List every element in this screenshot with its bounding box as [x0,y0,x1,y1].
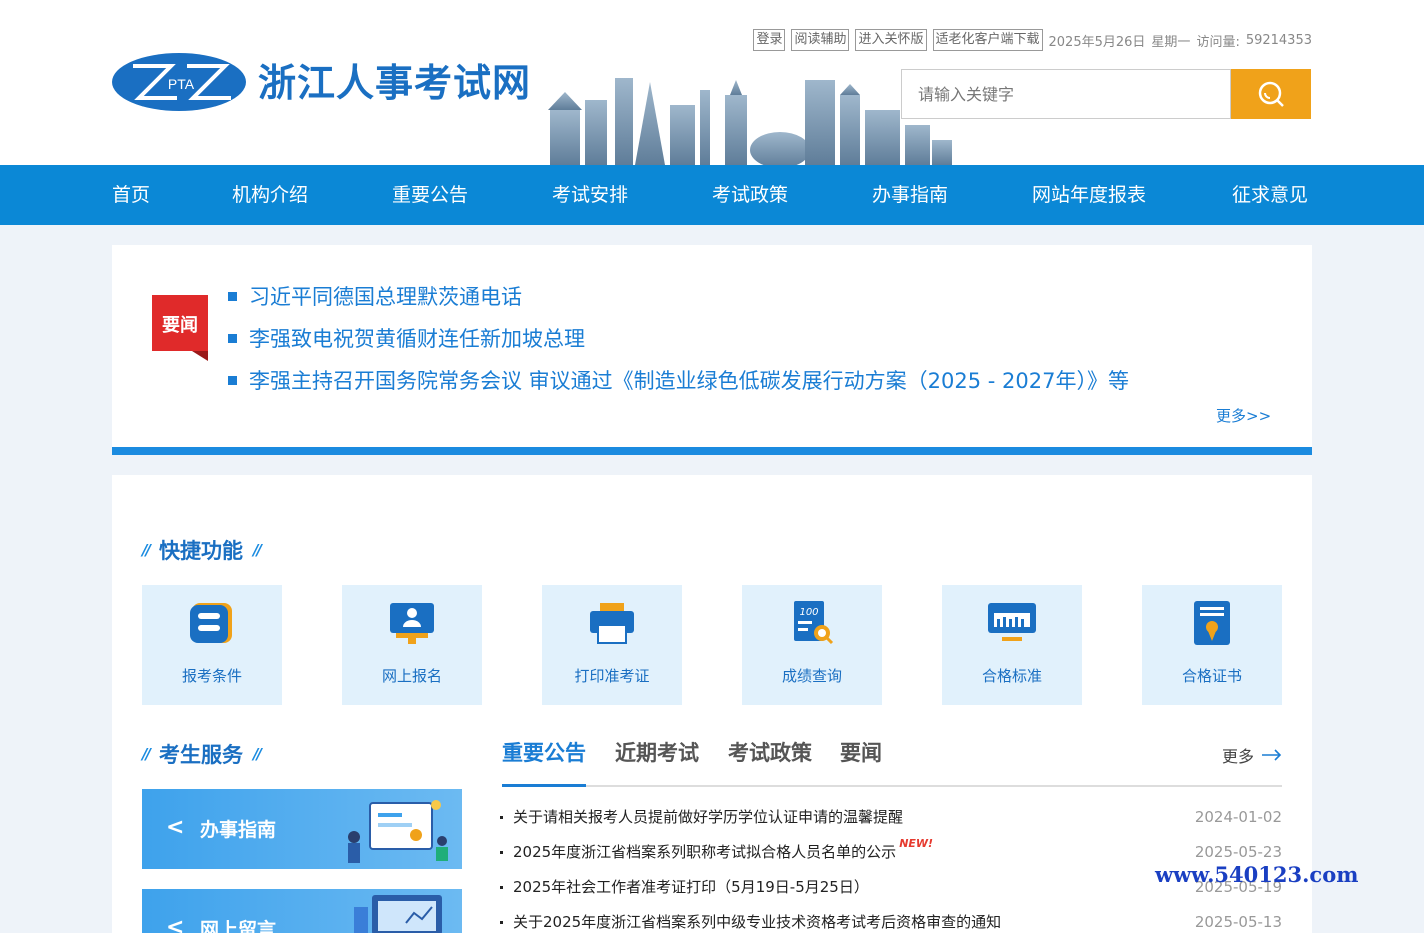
quick-card-label: 打印准考证 [574,667,650,685]
announcement-date: 2025-05-13 [1194,913,1282,931]
chevron-left-icon: < [166,915,185,933]
service-card-label: 网上留言 [200,919,277,933]
logo-text: PTA [168,76,195,92]
announcement-title: 关于2025年度浙江省档案系列中级专业技术资格考试考后资格审查的通知 [513,913,1002,931]
quick-card-label: 成绩查询 [781,667,842,685]
city-skyline-image [548,78,952,165]
site-title: 浙江人事考试网 [258,61,532,105]
search-icon [1258,81,1284,107]
bullet-dot [500,921,503,924]
guide-illustration [348,800,448,863]
service-card-guide[interactable]: < 办事指南 [142,789,462,869]
current-date: 2025年5月26日 [1048,34,1146,50]
nav-announcements[interactable]: 重要公告 [392,165,468,225]
elderly-client-download-link[interactable]: 适老化客户端下载 [932,29,1043,51]
nav-feedback[interactable]: 征求意见 [1232,165,1308,225]
quick-card-score-query[interactable]: 100 成绩查询 [742,585,882,705]
score-query-icon: 100 [794,601,834,645]
quick-card-conditions[interactable]: 报考条件 [142,585,282,705]
nav-annual-report[interactable]: 网站年度报表 [1032,165,1146,225]
tabs-more-link[interactable]: 更多 [1222,743,1282,767]
main-nav: 首页 机构介绍 重要公告 考试安排 考试政策 办事指南 网站年度报表 征求意见 [0,165,1424,225]
quick-card-print-admission[interactable]: 打印准考证 [542,585,682,705]
top-links-bar: 登录 阅读辅助 进入关怀版 适老化客户端下载 2025年5月26日 星期一 访问… [753,28,1312,52]
headline-item[interactable]: 李强致电祝贺黄循财连任新加坡总理 [228,317,1129,359]
news-badge: 要闻 [152,295,208,361]
arrow-right-icon [1262,749,1282,761]
headline-title: 李强致电祝贺黄循财连任新加坡总理 [249,327,585,351]
headline-news-panel: 要闻 习近平同德国总理默茨通电话 李强致电祝贺黄循财连任新加坡总理 李强主持召开… [112,245,1312,455]
nav-home[interactable]: 首页 [112,165,150,225]
bullet-dot [500,851,503,854]
tab-recent-exams[interactable]: 近期考试 [615,737,699,787]
printer-icon [590,603,634,644]
search-input[interactable] [901,69,1231,119]
headline-list: 习近平同德国总理默茨通电话 李强致电祝贺黄循财连任新加坡总理 李强主持召开国务院… [228,275,1129,401]
conditions-icon [190,603,232,643]
main-content-panel: // 快捷功能 // 报考条件 网上报名 打印准考证 100 成绩查询 合格标准… [112,475,1312,933]
bullet-dot [500,816,503,819]
slash-decoration: // [142,541,151,559]
tab-exam-policy[interactable]: 考试政策 [728,737,812,787]
standard-icon [988,603,1036,641]
service-card-label: 办事指南 [200,819,277,841]
content-tabs: 重要公告 近期考试 考试政策 要闻 更多 [502,737,1282,787]
tab-news[interactable]: 要闻 [840,737,882,787]
current-weekday: 星期一 [1151,34,1191,50]
quick-card-label: 报考条件 [181,667,242,685]
quick-card-label: 网上报名 [381,667,442,685]
announcement-title: 2025年社会工作者准考证打印（5月19日-5月25日） [513,878,869,896]
site-watermark: www.540123.com [1155,862,1359,887]
service-card-message[interactable]: < 网上留言 [142,889,462,933]
message-illustration [354,895,442,933]
bullet-square [228,291,237,301]
headline-item[interactable]: 李强主持召开国务院常务会议 审议通过《制造业绿色低碳发展行动方案（2025 - … [228,359,1129,401]
quick-card-pass-standard[interactable]: 合格标准 [942,585,1082,705]
quick-card-label: 合格证书 [1181,667,1242,685]
care-mode-link[interactable]: 进入关怀版 [855,29,927,51]
slash-decoration: // [252,745,262,763]
search-button[interactable] [1231,69,1311,119]
quick-functions-title: // 快捷功能 // [142,539,262,563]
online-register-icon [390,603,434,644]
tabs-more-label: 更多 [1221,747,1254,766]
announcement-date: 2024-01-02 [1194,808,1282,826]
nav-exam-policy[interactable]: 考试政策 [712,165,788,225]
pta-logo[interactable]: PTA [111,52,247,112]
nav-exam-schedule[interactable]: 考试安排 [552,165,628,225]
slash-decoration: // [252,541,262,559]
candidate-service-title: // 考生服务 // [142,743,262,767]
headline-title: 李强主持召开国务院常务会议 审议通过《制造业绿色低碳发展行动方案（2025 - … [249,369,1129,393]
headline-title: 习近平同德国总理默茨通电话 [249,285,522,309]
announcement-item[interactable]: 关于2025年度浙江省档案系列中级专业技术资格考试考后资格审查的通知 2025-… [500,905,1282,933]
nav-guide[interactable]: 办事指南 [872,165,948,225]
visits-count: 59214353 [1245,32,1312,48]
headline-item[interactable]: 习近平同德国总理默茨通电话 [228,275,1129,317]
site-header: PTA 浙江人事考试网 登录 阅读辅助 进入关怀版 适老化客户端下载 2025年… [0,0,1424,165]
quick-card-online-register[interactable]: 网上报名 [342,585,482,705]
announcement-title: 2025年度浙江省档案系列职称考试拟合格人员名单的公示 [513,843,897,861]
announcement-title: 关于请相关报考人员提前做好学历学位认证申请的温馨提醒 [513,808,904,826]
tab-announcements[interactable]: 重要公告 [502,737,586,787]
new-badge: NEW! [899,837,934,850]
visits-label: 访问量: [1196,34,1240,50]
announcement-item[interactable]: 关于请相关报考人员提前做好学历学位认证申请的温馨提醒 2024-01-02 [500,800,1282,835]
chevron-left-icon: < [166,815,185,840]
reading-aid-link[interactable]: 阅读辅助 [791,29,850,51]
quick-card-label: 合格标准 [981,667,1042,685]
svg-text:100: 100 [799,607,818,618]
news-badge-text: 要闻 [162,314,198,336]
bullet-square [228,375,237,385]
bullet-square [228,333,237,343]
slash-decoration: // [142,745,151,763]
nav-about[interactable]: 机构介绍 [232,165,308,225]
bullet-dot [500,886,503,889]
quick-card-certificate[interactable]: 合格证书 [1142,585,1282,705]
news-more-link[interactable]: 更多>> [1216,405,1271,426]
login-link[interactable]: 登录 [753,29,786,51]
certificate-icon [1194,601,1230,645]
